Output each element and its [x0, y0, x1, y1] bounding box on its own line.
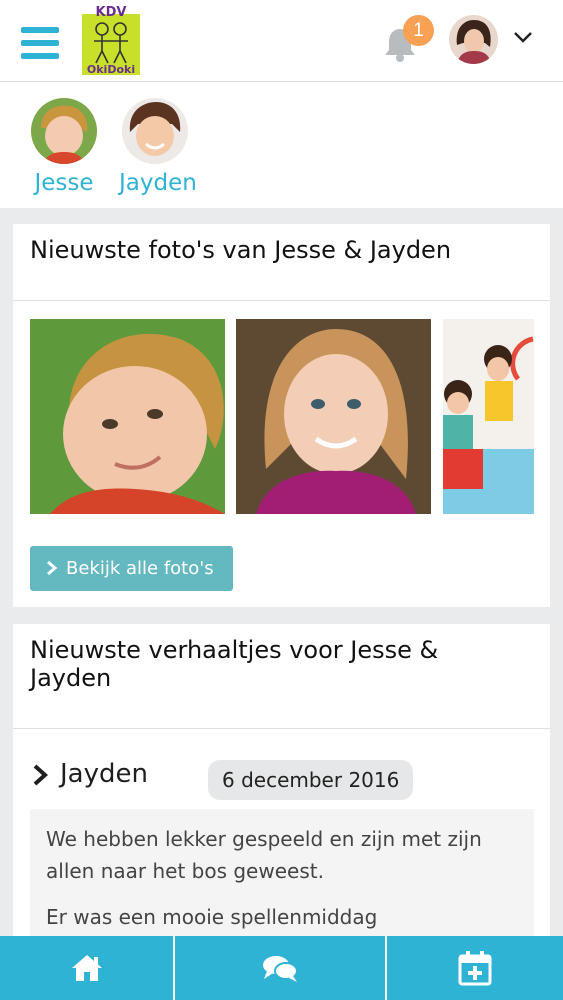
children-selector: Jesse Jayden — [0, 82, 563, 208]
app-header: KDV OkiDoki 1 — [0, 0, 563, 82]
child-jesse[interactable]: Jesse — [28, 98, 100, 196]
menu-icon[interactable] — [21, 27, 59, 59]
calendar-add-icon — [458, 951, 492, 986]
story-date-badge: 6 december 2016 — [208, 760, 414, 800]
nav-home[interactable] — [0, 936, 175, 1000]
chevron-right-icon — [33, 764, 48, 786]
child-avatar — [122, 98, 188, 164]
home-icon — [71, 955, 102, 981]
child-name: Jesse — [34, 170, 94, 196]
story-header[interactable]: Jayden 6 december 2016 — [30, 755, 530, 800]
photos-card-title: Nieuwste foto's van Jesse & Jayden — [13, 224, 550, 301]
nav-messages[interactable] — [175, 936, 387, 1000]
logo-top-text: KDV — [96, 5, 127, 20]
child-name: Jayden — [119, 170, 197, 196]
photo-thumbnail[interactable] — [236, 319, 431, 514]
stories-card-title: Nieuwste verhaaltjes voor Jesse & Jayden — [13, 624, 550, 729]
view-all-photos-button[interactable]: Bekijk alle foto's — [30, 546, 233, 591]
logo-bottom-text: OkiDoki — [87, 63, 135, 75]
nav-calendar[interactable] — [387, 936, 563, 1000]
notification-badge[interactable]: 1 — [403, 15, 434, 46]
user-avatar[interactable] — [449, 15, 498, 64]
okidoki-logo[interactable]: KDV OkiDoki — [82, 5, 140, 76]
bottom-navigation — [0, 936, 563, 1000]
photo-thumbnail[interactable] — [443, 319, 534, 514]
child-avatar — [31, 98, 97, 164]
child-jayden[interactable]: Jayden — [119, 98, 197, 196]
chevron-right-icon — [47, 560, 58, 576]
view-all-photos-label: Bekijk alle foto's — [66, 558, 214, 579]
photo-thumbnail[interactable] — [30, 319, 225, 514]
photos-card: Nieuwste foto's van Jesse & Jayden Bekij… — [13, 224, 550, 607]
story-paragraph: Er was een mooie spellenmiddag — [46, 905, 378, 929]
story-child-name: Jayden — [60, 759, 148, 789]
stories-card: Nieuwste verhaaltjes voor Jesse & Jayden… — [13, 624, 550, 969]
chat-icon — [263, 956, 298, 982]
photo-strip[interactable] — [30, 319, 534, 514]
story-paragraph: We hebben lekker gespeeld en zijn met zi… — [46, 827, 482, 883]
chevron-down-icon[interactable] — [513, 29, 533, 43]
